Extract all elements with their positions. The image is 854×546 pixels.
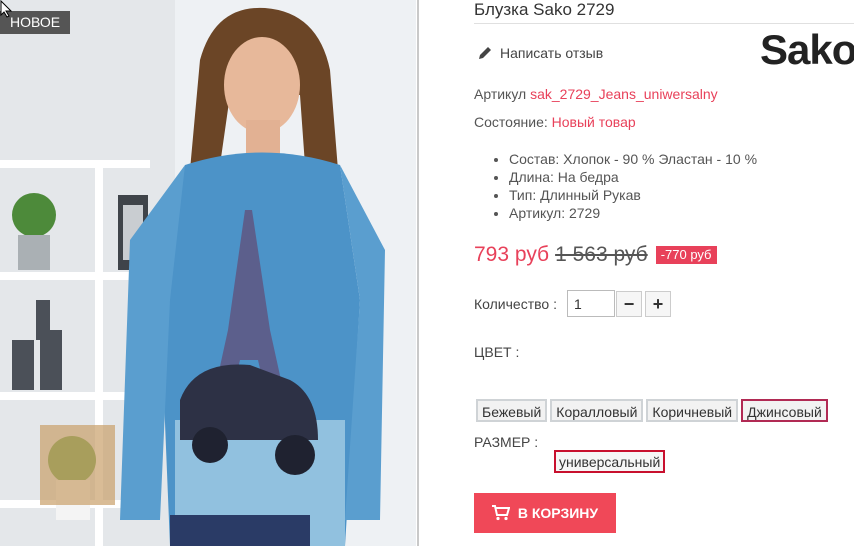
article-label: Артикул — [474, 86, 527, 102]
color-option-brown[interactable]: Коричневый — [646, 399, 739, 422]
current-price: 793 руб — [474, 243, 550, 266]
cart-icon — [491, 505, 510, 521]
size-label: РАЗМЕР : — [474, 434, 539, 450]
property-item: Длина: На бедра — [509, 168, 757, 186]
quantity-increase-button[interactable]: + — [645, 291, 671, 317]
article-line: Артикул sak_2729_Jeans_uniwersalny — [474, 86, 718, 102]
add-to-cart-button[interactable]: В КОРЗИНУ — [474, 493, 616, 533]
product-image — [0, 0, 416, 546]
product-info: Блузка Sako 2729 Написать отзыв Sako Арт… — [474, 0, 854, 546]
color-options: Бежевый Коралловый Коричневый Джинсовый — [476, 399, 831, 422]
color-option-denim[interactable]: Джинсовый — [741, 399, 828, 422]
condition-label: Состояние: — [474, 114, 548, 130]
article-value: sak_2729_Jeans_uniwersalny — [530, 86, 718, 102]
pencil-icon — [479, 47, 491, 59]
title-divider — [474, 23, 854, 24]
product-properties: Состав: Хлопок - 90 % Эластан - 10 % Дли… — [474, 150, 757, 222]
mouse-cursor-icon — [0, 0, 12, 18]
condition-line: Состояние: Новый товар — [474, 114, 636, 130]
write-review-link[interactable]: Написать отзыв — [478, 45, 603, 61]
size-option-universal[interactable]: универсальный — [554, 450, 666, 473]
color-label: ЦВЕТ : — [474, 344, 520, 360]
column-divider — [417, 0, 419, 546]
property-item: Состав: Хлопок - 90 % Эластан - 10 % — [509, 150, 757, 168]
color-option-beige[interactable]: Бежевый — [476, 399, 548, 422]
price-row: 793 руб 1 563 руб -770 руб — [474, 243, 717, 267]
color-option-coral[interactable]: Коралловый — [550, 399, 644, 422]
product-photo[interactable]: НОВОЕ — [0, 0, 416, 546]
brand-logo[interactable]: Sako — [760, 28, 854, 72]
quantity-input[interactable] — [567, 290, 615, 317]
discount-badge: -770 руб — [655, 246, 717, 264]
property-item: Артикул: 2729 — [509, 204, 757, 222]
condition-value: Новый товар — [551, 114, 636, 130]
write-review-label: Написать отзыв — [500, 45, 604, 61]
old-price: 1 563 руб — [555, 243, 648, 266]
quantity-label: Количество : — [474, 296, 557, 312]
product-title: Блузка Sako 2729 — [474, 0, 615, 19]
quantity-decrease-button[interactable]: − — [616, 291, 642, 317]
property-item: Тип: Длинный Рукав — [509, 186, 757, 204]
add-to-cart-label: В КОРЗИНУ — [517, 505, 599, 521]
